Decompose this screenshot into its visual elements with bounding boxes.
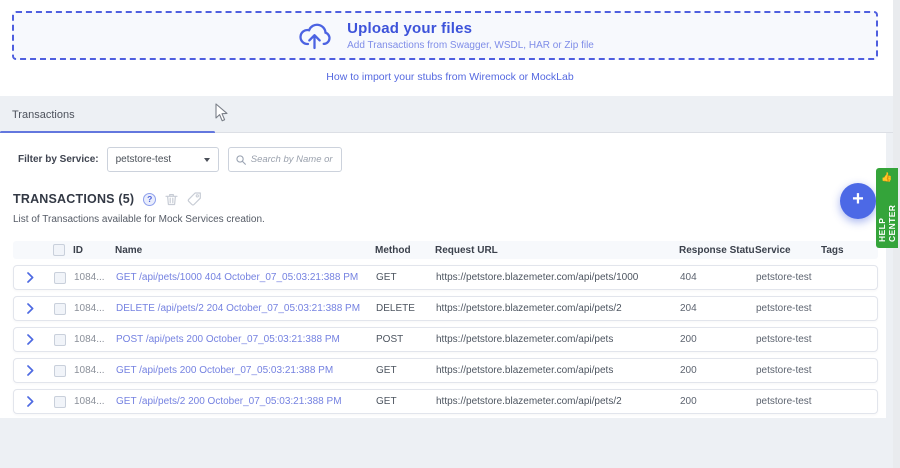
table-row: 1084... POST /api/pets 200 October_07_05… bbox=[13, 327, 878, 352]
row-service: petstore-test bbox=[756, 365, 812, 376]
col-method[interactable]: Method bbox=[375, 245, 435, 256]
help-center-label: HELP CENTER bbox=[877, 204, 897, 242]
row-response-status: 200 bbox=[680, 365, 697, 376]
row-expand-chevron[interactable] bbox=[14, 334, 46, 345]
dropzone-texts: Upload your files Add Transactions from … bbox=[347, 20, 594, 51]
row-expand-chevron[interactable] bbox=[14, 365, 46, 376]
row-checkbox[interactable] bbox=[54, 364, 66, 377]
row-name-link[interactable]: GET /api/pets 200 October_07_05:03:21:38… bbox=[116, 365, 376, 376]
row-checkbox[interactable] bbox=[54, 271, 66, 284]
row-service: petstore-test bbox=[756, 303, 812, 314]
row-request-url: https://petstore.blazemeter.com/api/pets… bbox=[436, 396, 622, 407]
row-request-url: https://petstore.blazemeter.com/api/pets bbox=[436, 365, 614, 376]
row-id: 1084... bbox=[74, 272, 105, 283]
transactions-panel: Filter by Service: petstore-test TRANSAC… bbox=[0, 133, 886, 418]
row-checkbox-cell bbox=[46, 271, 74, 284]
import-stubs-link[interactable]: How to import your stubs from Wiremock o… bbox=[0, 71, 900, 83]
list-heading-row: TRANSACTIONS (5) ? bbox=[13, 192, 202, 206]
tag-icon[interactable] bbox=[187, 192, 202, 206]
add-transaction-button[interactable]: + bbox=[840, 183, 876, 219]
row-name-link[interactable]: DELETE /api/pets/2 204 October_07_05:03:… bbox=[116, 303, 376, 314]
file-dropzone[interactable]: Upload your files Add Transactions from … bbox=[12, 11, 878, 60]
row-checkbox-cell bbox=[46, 333, 74, 346]
row-service: petstore-test bbox=[756, 396, 812, 407]
col-response-status[interactable]: Response Status bbox=[679, 245, 755, 256]
chevron-down-icon bbox=[203, 157, 210, 162]
row-request-url: https://petstore.blazemeter.com/api/pets bbox=[436, 334, 614, 345]
row-checkbox-cell bbox=[46, 395, 74, 408]
row-id: 1084... bbox=[74, 365, 105, 376]
row-request-url: https://petstore.blazemeter.com/api/pets… bbox=[436, 272, 639, 283]
filter-row: Filter by Service: petstore-test bbox=[18, 147, 342, 172]
row-request-url: https://petstore.blazemeter.com/api/pets… bbox=[436, 303, 622, 314]
row-response-status: 200 bbox=[680, 396, 697, 407]
table-row: 1084... GET /api/pets/2 200 October_07_0… bbox=[13, 389, 878, 414]
col-service[interactable]: Service bbox=[755, 245, 821, 256]
row-name-link[interactable]: GET /api/pets/2 200 October_07_05:03:21:… bbox=[116, 396, 376, 407]
thumbs-up-icon: 👍 bbox=[881, 172, 893, 182]
row-name-link[interactable]: GET /api/pets/1000 404 October_07_05:03:… bbox=[116, 272, 376, 283]
delete-icon[interactable] bbox=[165, 192, 178, 206]
help-icon[interactable]: ? bbox=[143, 192, 157, 206]
search-icon bbox=[235, 154, 246, 165]
search-input[interactable] bbox=[250, 154, 334, 165]
row-expand-chevron[interactable] bbox=[14, 272, 46, 283]
tab-bar: Transactions bbox=[0, 96, 900, 134]
upload-title: Upload your files bbox=[347, 20, 473, 37]
row-checkbox-cell bbox=[46, 364, 74, 377]
list-description: List of Transactions available for Mock … bbox=[13, 214, 265, 225]
transactions-table: ID Name Method Request URL Response Stat… bbox=[13, 241, 878, 414]
row-id: 1084... bbox=[74, 334, 105, 345]
upload-section: Upload your files Add Transactions from … bbox=[0, 0, 900, 96]
upload-cloud-icon bbox=[299, 23, 331, 49]
mouse-cursor bbox=[215, 103, 228, 122]
table-row: 1084... GET /api/pets 200 October_07_05:… bbox=[13, 358, 878, 383]
row-checkbox[interactable] bbox=[54, 395, 66, 408]
table-row: 1084... GET /api/pets/1000 404 October_0… bbox=[13, 265, 878, 290]
select-all-checkbox[interactable] bbox=[53, 244, 65, 256]
tab-transactions[interactable]: Transactions bbox=[0, 96, 215, 134]
row-method: POST bbox=[376, 334, 404, 345]
select-all-checkbox-cell bbox=[45, 244, 73, 256]
row-method: GET bbox=[376, 396, 397, 407]
table-body: 1084... GET /api/pets/1000 404 October_0… bbox=[13, 265, 878, 414]
filter-by-service-label: Filter by Service: bbox=[18, 154, 99, 165]
row-service: petstore-test bbox=[756, 334, 812, 345]
row-checkbox-cell bbox=[46, 302, 74, 315]
table-header-row: ID Name Method Request URL Response Stat… bbox=[13, 241, 878, 259]
transactions-count-heading: TRANSACTIONS (5) bbox=[13, 192, 135, 206]
service-dropdown[interactable]: petstore-test bbox=[106, 147, 219, 172]
row-id: 1084... bbox=[74, 396, 105, 407]
row-checkbox[interactable] bbox=[54, 333, 66, 346]
col-name[interactable]: Name bbox=[115, 245, 375, 256]
row-method: DELETE bbox=[376, 303, 415, 314]
row-name-link[interactable]: POST /api/pets 200 October_07_05:03:21:3… bbox=[116, 334, 376, 345]
table-row: 1084... DELETE /api/pets/2 204 October_0… bbox=[13, 296, 878, 321]
row-method: GET bbox=[376, 272, 397, 283]
help-center-tab[interactable]: 👍 HELP CENTER bbox=[876, 168, 898, 248]
col-request-url[interactable]: Request URL bbox=[435, 245, 679, 256]
row-expand-chevron[interactable] bbox=[14, 396, 46, 407]
upload-subtitle: Add Transactions from Swagger, WSDL, HAR… bbox=[347, 40, 594, 51]
tab-transactions-label: Transactions bbox=[12, 108, 75, 121]
row-response-status: 200 bbox=[680, 334, 697, 345]
row-method: GET bbox=[376, 365, 397, 376]
service-dropdown-value: petstore-test bbox=[115, 154, 172, 165]
row-service: petstore-test bbox=[756, 272, 812, 283]
row-response-status: 404 bbox=[680, 272, 697, 283]
col-tags[interactable]: Tags bbox=[821, 245, 878, 256]
row-response-status: 204 bbox=[680, 303, 697, 314]
row-id: 1084... bbox=[74, 303, 105, 314]
row-expand-chevron[interactable] bbox=[14, 303, 46, 314]
row-checkbox[interactable] bbox=[54, 302, 66, 315]
search-box bbox=[227, 147, 342, 172]
col-id[interactable]: ID bbox=[73, 245, 115, 256]
